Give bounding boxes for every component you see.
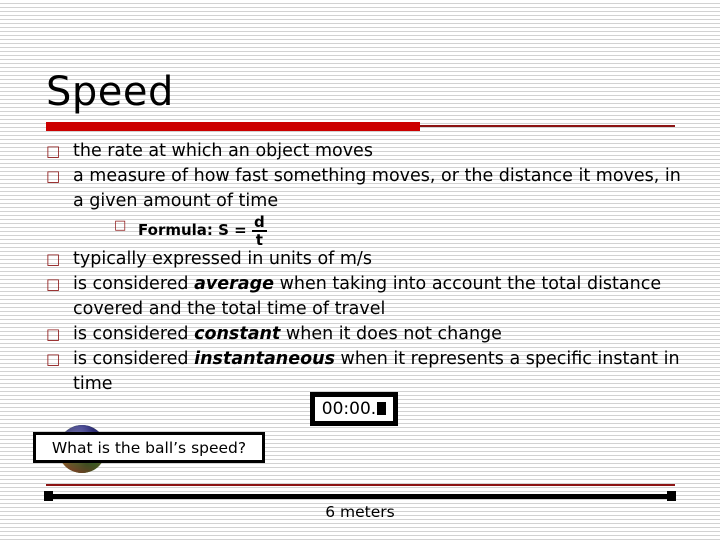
square-bullet-icon: □	[46, 275, 61, 293]
stopwatch-value: 00:00.	[321, 399, 377, 419]
bullet-text: a measure of how fast something moves, o…	[73, 166, 681, 211]
measurement-label: 6 meters	[325, 503, 395, 521]
bullet-item-rate: □ the rate at which an object moves	[46, 139, 686, 164]
emphasis-instantaneous: instantaneous	[194, 349, 335, 369]
fraction-denominator: t	[255, 231, 263, 249]
stopwatch-value-wrap: 00:00.	[321, 399, 387, 419]
bullet-list: □ the rate at which an object moves □ a …	[46, 139, 686, 397]
bullet-text-pre: is considered	[73, 324, 195, 344]
bullet-item-formula: □ Formula: S = dt	[46, 213, 686, 249]
bullet-item-instantaneous: □ is considered instantaneous when it re…	[46, 347, 686, 397]
bullet-text: is considered average when taking into a…	[73, 272, 686, 322]
bullet-item-units: □ typically expressed in units of m/s	[46, 247, 686, 272]
emphasis-constant: constant	[194, 324, 281, 344]
fraction-d-over-t: dt	[251, 213, 267, 249]
emphasis-average: average	[194, 274, 274, 294]
bullet-text: typically expressed in units of m/s	[73, 249, 372, 269]
question-callout: What is the ball’s speed?	[33, 432, 265, 463]
question-text: What is the ball’s speed?	[51, 438, 247, 457]
bullet-text-post: when it does not change	[280, 324, 502, 344]
fraction-numerator: d	[251, 213, 267, 232]
slide-canvas: Speed □ the rate at which an object move…	[0, 0, 720, 540]
square-bullet-icon: □	[46, 350, 61, 368]
square-bullet-icon: □	[114, 218, 127, 233]
bullet-item-average: □ is considered average when taking into…	[46, 272, 686, 322]
square-bullet-icon: □	[46, 250, 61, 268]
bullet-item-constant: □ is considered constant when it does no…	[46, 322, 686, 347]
title-underline-accent	[46, 122, 420, 131]
bullet-text: the rate at which an object moves	[73, 141, 373, 161]
bullet-text: is considered instantaneous when it repr…	[73, 347, 686, 397]
bullet-text-pre: is considered	[73, 274, 195, 294]
formula-label: Formula: S =	[138, 221, 252, 239]
ground-line	[46, 484, 675, 486]
square-bullet-icon: □	[46, 325, 61, 343]
measurement-arrow	[44, 491, 676, 501]
bullet-text-pre: is considered	[73, 349, 195, 369]
block-cursor-icon	[377, 402, 387, 415]
measure-bar	[48, 494, 672, 499]
formula-expression: Formula: S = dt	[138, 213, 686, 249]
stopwatch-display: 00:00.	[310, 392, 398, 426]
slide-title: Speed	[46, 69, 174, 115]
bullet-item-measure: □ a measure of how fast something moves,…	[46, 164, 686, 214]
bullet-text: is considered constant when it does not …	[73, 322, 686, 347]
square-bullet-icon: □	[46, 142, 61, 160]
square-bullet-icon: □	[46, 167, 61, 185]
measure-endpoint-right	[667, 491, 676, 501]
